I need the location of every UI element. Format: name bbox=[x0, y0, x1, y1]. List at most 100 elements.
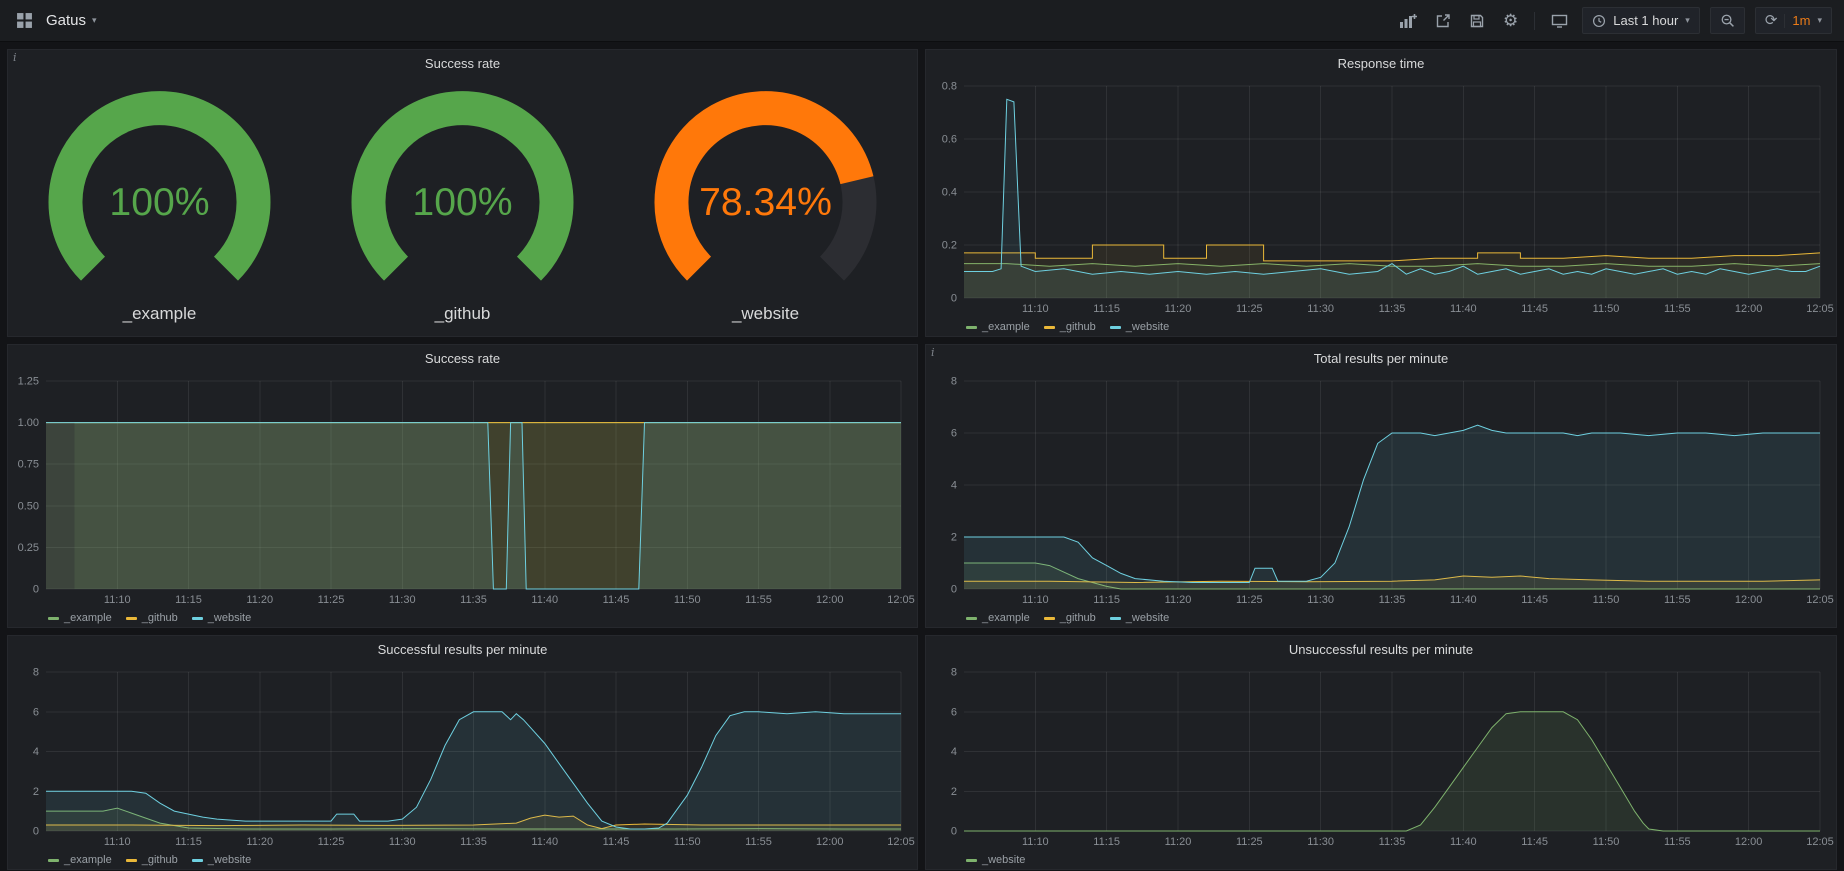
legend-item[interactable]: _example bbox=[48, 612, 112, 624]
svg-text:8: 8 bbox=[951, 376, 957, 388]
dashboards-menu-button[interactable] bbox=[12, 8, 37, 33]
panel-header[interactable]: Successful results per minute bbox=[8, 636, 917, 662]
panel-unsuccessful-results: i Unsuccessful results per minute 024681… bbox=[925, 635, 1837, 870]
success-rate-gauge-body[interactable]: 100%_example100%_github78.34%_website bbox=[8, 76, 917, 336]
total-results-chart[interactable]: 0246811:1011:1511:2011:2511:3011:3511:40… bbox=[926, 371, 1836, 609]
save-icon bbox=[1469, 13, 1485, 29]
panel-title: Response time bbox=[1338, 56, 1425, 71]
svg-text:2: 2 bbox=[951, 532, 957, 544]
legend-series-name: _website bbox=[1126, 612, 1169, 624]
svg-text:1.25: 1.25 bbox=[18, 376, 39, 388]
legend-item[interactable]: _website bbox=[192, 854, 251, 866]
panel-header[interactable]: Total results per minute bbox=[926, 345, 1836, 371]
svg-text:12:05: 12:05 bbox=[887, 594, 915, 606]
successful-results-chart[interactable]: 0246811:1011:1511:2011:2511:3011:3511:40… bbox=[8, 662, 917, 851]
svg-text:11:55: 11:55 bbox=[745, 836, 772, 848]
dashboard-title-button[interactable]: Gatus ▾ bbox=[46, 12, 97, 29]
legend-item[interactable]: _website bbox=[192, 612, 251, 624]
legend-item[interactable]: _example bbox=[48, 854, 112, 866]
panel-title: Total results per minute bbox=[1314, 351, 1448, 366]
svg-text:11:55: 11:55 bbox=[1664, 303, 1691, 315]
panel-info-icon[interactable]: i bbox=[931, 346, 935, 359]
gauge-value: 100% bbox=[109, 181, 209, 224]
legend-item[interactable]: _example bbox=[966, 612, 1030, 624]
legend-swatch bbox=[1110, 617, 1121, 620]
legend-swatch bbox=[1044, 617, 1055, 620]
legend-item[interactable]: _website bbox=[1110, 612, 1169, 624]
svg-text:11:50: 11:50 bbox=[1593, 836, 1620, 848]
panel-success-rate-graph: i Success rate 00.250.500.751.001.2511:1… bbox=[7, 344, 918, 628]
panel-legend: _example _github _website bbox=[926, 609, 1836, 627]
svg-text:11:15: 11:15 bbox=[175, 836, 202, 848]
panel-title: Success rate bbox=[425, 351, 500, 366]
success-rate-chart[interactable]: 00.250.500.751.001.2511:1011:1511:2011:2… bbox=[8, 371, 917, 609]
save-button[interactable] bbox=[1465, 9, 1489, 33]
panel-total-results: i Total results per minute 0246811:1011:… bbox=[925, 344, 1837, 628]
legend-series-name: _github bbox=[1060, 612, 1096, 624]
refresh-icon: ⟳ bbox=[1765, 13, 1778, 28]
panel-header[interactable]: Unsuccessful results per minute bbox=[926, 636, 1836, 662]
response-time-chart[interactable]: 00.20.40.60.811:1011:1511:2011:2511:3011… bbox=[926, 76, 1836, 318]
legend-item[interactable]: _website bbox=[1110, 321, 1169, 333]
legend-item[interactable]: _example bbox=[966, 321, 1030, 333]
panel-title: Unsuccessful results per minute bbox=[1289, 642, 1473, 657]
panel-title: Successful results per minute bbox=[378, 642, 548, 657]
legend-series-name: _website bbox=[1126, 321, 1169, 333]
svg-text:11:40: 11:40 bbox=[1450, 594, 1477, 606]
svg-text:0.50: 0.50 bbox=[18, 500, 39, 512]
legend-series-name: _website bbox=[982, 854, 1025, 866]
legend-swatch bbox=[966, 617, 977, 620]
clock-icon bbox=[1592, 14, 1606, 28]
svg-text:11:35: 11:35 bbox=[460, 594, 487, 606]
legend-series-name: _example bbox=[982, 321, 1030, 333]
panel-legend: _example _github _website bbox=[8, 851, 917, 869]
svg-text:11:40: 11:40 bbox=[531, 594, 558, 606]
gauge-_example: 100% _example bbox=[8, 76, 311, 336]
svg-text:0.4: 0.4 bbox=[942, 187, 957, 199]
svg-text:0: 0 bbox=[33, 826, 39, 838]
unsuccessful-results-chart[interactable]: 0246811:1011:1511:2011:2511:3011:3511:40… bbox=[926, 662, 1836, 851]
svg-text:11:45: 11:45 bbox=[603, 836, 630, 848]
time-range-button[interactable]: Last 1 hour ▾ bbox=[1582, 7, 1700, 34]
panel-header[interactable]: Success rate bbox=[8, 345, 917, 371]
zoom-out-button[interactable] bbox=[1710, 7, 1745, 34]
svg-text:11:15: 11:15 bbox=[1093, 836, 1120, 848]
chevron-down-icon: ▾ bbox=[1685, 15, 1690, 26]
svg-text:8: 8 bbox=[951, 667, 957, 679]
add-panel-button[interactable] bbox=[1395, 9, 1421, 33]
legend-item[interactable]: _github bbox=[126, 854, 178, 866]
gear-icon: ⚙ bbox=[1503, 13, 1518, 29]
cycle-view-button[interactable] bbox=[1547, 9, 1572, 33]
svg-text:11:45: 11:45 bbox=[603, 594, 630, 606]
legend-item[interactable]: _github bbox=[126, 612, 178, 624]
svg-text:0.6: 0.6 bbox=[942, 134, 957, 146]
legend-item[interactable]: _github bbox=[1044, 612, 1096, 624]
share-button[interactable] bbox=[1431, 9, 1455, 33]
refresh-button[interactable]: ⟳ 1m ▾ bbox=[1755, 7, 1832, 34]
dashboard-title: Gatus bbox=[46, 12, 86, 29]
panel-info-icon[interactable]: i bbox=[13, 51, 17, 64]
gauge-label: _example bbox=[123, 304, 197, 326]
settings-button[interactable]: ⚙ bbox=[1499, 9, 1522, 33]
svg-text:11:20: 11:20 bbox=[1165, 594, 1192, 606]
legend-item[interactable]: _github bbox=[1044, 321, 1096, 333]
svg-text:11:15: 11:15 bbox=[175, 594, 202, 606]
legend-item[interactable]: _website bbox=[966, 854, 1025, 866]
gauge-_github: 100%_github bbox=[311, 76, 614, 336]
svg-text:11:25: 11:25 bbox=[318, 836, 345, 848]
svg-text:0.25: 0.25 bbox=[18, 542, 39, 554]
legend-swatch bbox=[48, 859, 59, 862]
legend-series-name: _website bbox=[208, 854, 251, 866]
svg-text:12:05: 12:05 bbox=[887, 836, 915, 848]
panel-header[interactable]: Response time bbox=[926, 50, 1836, 76]
navbar: Gatus ▾ ⚙ bbox=[0, 0, 1844, 42]
svg-text:0.2: 0.2 bbox=[942, 240, 957, 252]
legend-swatch bbox=[1044, 326, 1055, 329]
svg-text:0: 0 bbox=[951, 584, 957, 596]
svg-text:11:30: 11:30 bbox=[1307, 594, 1334, 606]
svg-text:11:15: 11:15 bbox=[1093, 594, 1120, 606]
svg-text:11:10: 11:10 bbox=[104, 836, 131, 848]
svg-text:11:10: 11:10 bbox=[1022, 303, 1049, 315]
panel-header[interactable]: Success rate bbox=[8, 50, 917, 76]
panel-successful-results: i Successful results per minute 0246811:… bbox=[7, 635, 918, 870]
